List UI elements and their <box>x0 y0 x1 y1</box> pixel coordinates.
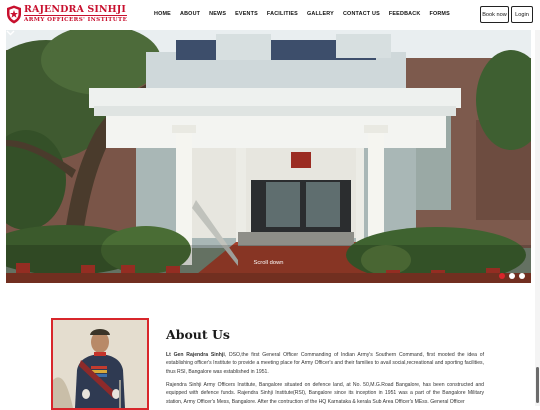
nav-news[interactable]: NEWS <box>209 11 226 17</box>
chevron-down-icon[interactable] <box>6 30 15 36</box>
nav-home[interactable]: HOME <box>154 11 171 17</box>
nav-about[interactable]: ABOUT <box>180 11 200 17</box>
hero-slider[interactable]: Scroll down <box>6 30 531 283</box>
slider-dots <box>499 273 525 279</box>
nav-contact-us[interactable]: CONTACT US <box>343 11 380 17</box>
scroll-down-label[interactable]: Scroll down <box>6 260 531 266</box>
slider-dot-1[interactable] <box>499 273 505 279</box>
founder-name: Lt Gen Rajendra Sinhji <box>166 352 225 358</box>
about-paragraph-2: Rajendra Sinhji Army Officers Institute,… <box>166 382 484 405</box>
page-scrollbar-track[interactable] <box>535 30 540 406</box>
founder-portrait-image <box>53 320 147 408</box>
nav-feedback[interactable]: FEEDBACK <box>389 11 421 17</box>
about-paragraph-1: Lt Gen Rajendra Sinhji, DSO,the first Ge… <box>166 351 484 376</box>
about-title: About Us <box>166 327 230 342</box>
book-now-button[interactable]: Book now <box>480 6 509 23</box>
hero-building-image <box>6 30 531 283</box>
slider-dot-3[interactable] <box>519 273 525 279</box>
brand-subtitle: ARMY OFFICERS' INSTITUTE <box>24 15 128 23</box>
slider-dot-2[interactable] <box>509 273 515 279</box>
founder-portrait <box>51 318 149 410</box>
main-nav: HOME ABOUT NEWS EVENTS FACILITIES GALLER… <box>154 11 450 17</box>
site-header: RAJENDRA SINHJI ARMY OFFICERS' INSTITUTE… <box>0 0 540 30</box>
nav-forms[interactable]: FORMS <box>429 11 449 17</box>
nav-gallery[interactable]: GALLERY <box>307 11 334 17</box>
brand-name: RAJENDRA SINHJI <box>24 4 126 15</box>
login-button[interactable]: Login <box>511 6 533 23</box>
crest-icon <box>7 5 21 24</box>
nav-events[interactable]: EVENTS <box>235 11 258 17</box>
nav-facilities[interactable]: FACILITIES <box>267 11 298 17</box>
site-logo[interactable]: RAJENDRA SINHJI ARMY OFFICERS' INSTITUTE <box>6 4 128 26</box>
page-scrollbar-thumb[interactable] <box>536 367 539 403</box>
